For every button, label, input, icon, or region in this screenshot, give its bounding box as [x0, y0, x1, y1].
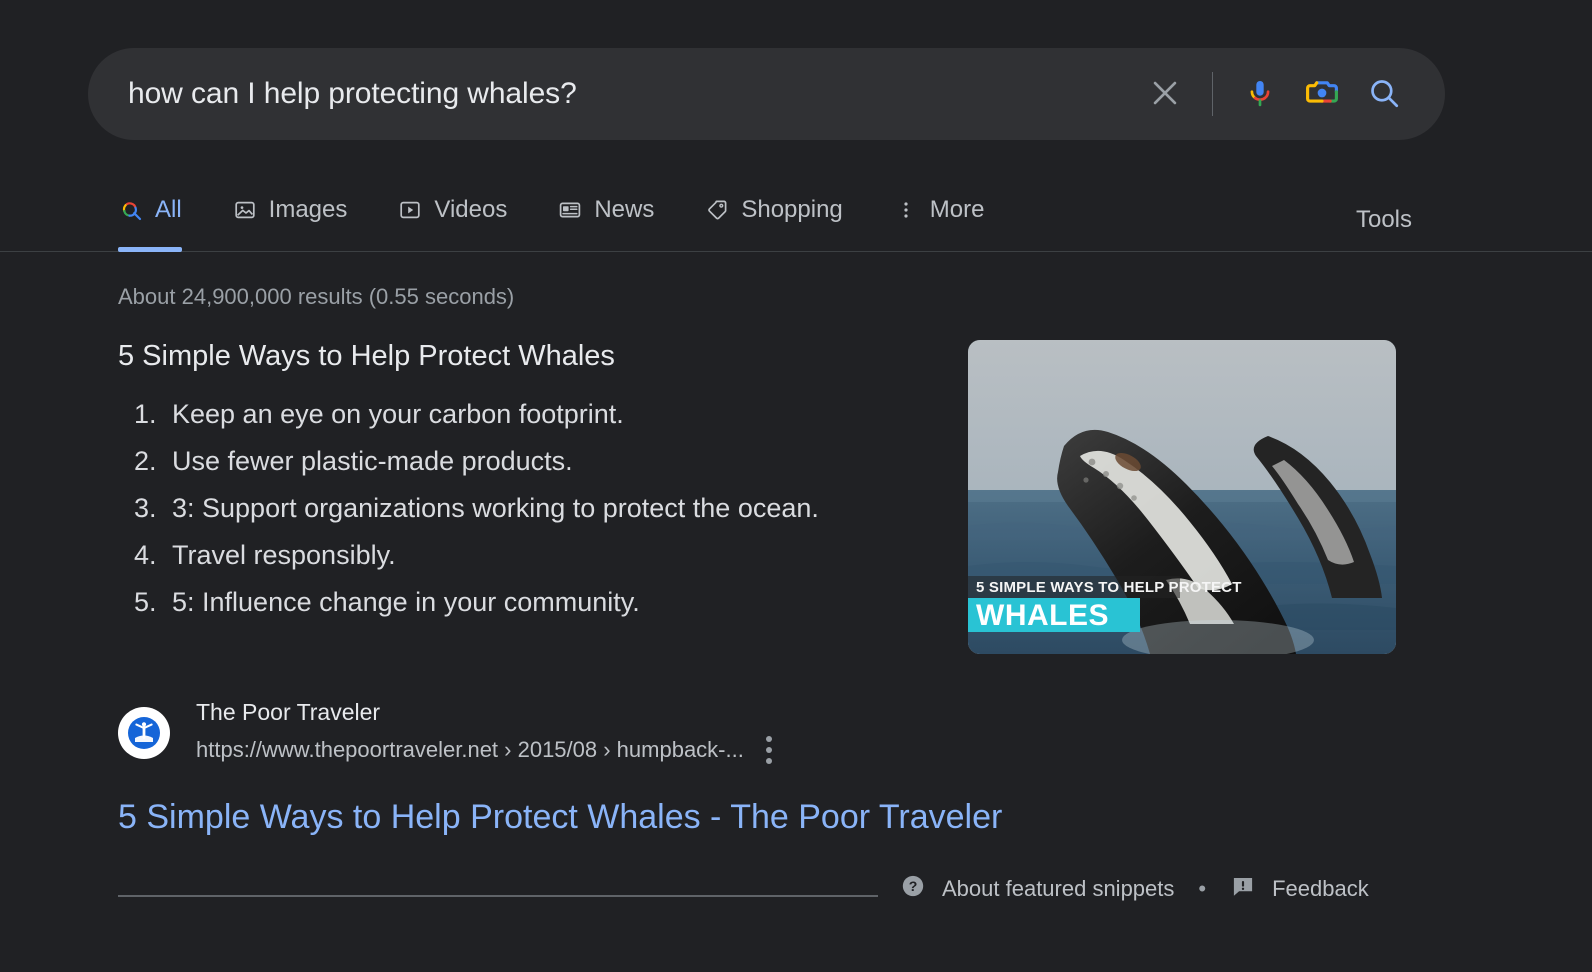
tab-more-label: More [929, 196, 985, 223]
newspaper-icon [557, 197, 583, 223]
result-title-link[interactable]: 5 Simple Ways to Help Protect Whales - T… [0, 768, 1592, 837]
list-item: Travel responsibly. [164, 540, 958, 571]
close-icon [1148, 76, 1182, 113]
snippet-footer: ? About featured snippets • Feedback [0, 873, 1592, 933]
tab-images-label: Images [268, 196, 348, 223]
result-stats: About 24,900,000 results (0.55 seconds) [118, 284, 515, 309]
list-item: 3: Support organizations working to prot… [164, 493, 958, 524]
camera-lens-icon [1304, 75, 1340, 114]
clear-search-button[interactable] [1134, 63, 1196, 125]
tab-shopping[interactable]: Shopping [704, 186, 843, 252]
snippet-text-column: 5 Simple Ways to Help Protect Whales Kee… [118, 340, 958, 654]
about-featured-snippets-label: About featured snippets [942, 875, 1175, 901]
footer-links: ? About featured snippets • Feedback [900, 873, 1369, 905]
snippet-list: Keep an eye on your carbon footprint. Us… [118, 399, 958, 618]
whale-breaching-image: 5 SIMPLE WAYS TO HELP PROTECT WHALES [968, 340, 1396, 654]
about-featured-snippets-link[interactable]: ? About featured snippets [900, 873, 1174, 905]
video-play-icon [397, 197, 423, 223]
footer-divider [118, 894, 878, 897]
search-bar[interactable] [88, 48, 1445, 140]
feedback-link[interactable]: Feedback [1230, 873, 1369, 905]
snippet-thumbnail[interactable]: 5 SIMPLE WAYS TO HELP PROTECT WHALES [968, 340, 1396, 654]
tab-all[interactable]: All [118, 186, 182, 252]
lens-search-button[interactable] [1291, 63, 1353, 125]
snippet-title: 5 Simple Ways to Help Protect Whales [118, 340, 615, 372]
source-site-name: The Poor Traveler [196, 699, 381, 725]
about-this-result-button[interactable] [762, 732, 776, 768]
kebab-dot [765, 735, 772, 742]
kebab-dot [765, 757, 772, 764]
tab-videos-label: Videos [434, 196, 508, 223]
source-text-block: The Poor Traveler https://www.thepoortra… [196, 698, 776, 768]
tab-news[interactable]: News [557, 186, 654, 252]
svg-text:?: ? [909, 878, 918, 894]
tools-button[interactable]: Tools [1356, 206, 1412, 252]
feedback-label: Feedback [1272, 875, 1369, 901]
help-circle-icon: ? [900, 873, 926, 905]
tab-all-label: All [155, 196, 182, 223]
poor-traveler-favicon [118, 706, 170, 759]
search-submit-button[interactable] [1353, 63, 1415, 125]
image-icon [232, 197, 258, 223]
tab-news-label: News [594, 196, 655, 223]
source-url: https://www.thepoortraveler.net › 2015/0… [196, 736, 744, 762]
search-actions [1134, 63, 1415, 125]
result-source: The Poor Traveler https://www.thepoortra… [0, 654, 1592, 768]
footer-separator: • [1198, 875, 1207, 901]
tab-images[interactable]: Images [232, 186, 348, 252]
list-item: 5: Influence change in your community. [164, 587, 958, 618]
thumbnail-overlay-line1: 5 SIMPLE WAYS TO HELP PROTECT [976, 579, 1242, 596]
search-icon [1367, 76, 1401, 113]
voice-search-button[interactable] [1229, 63, 1291, 125]
tab-shopping-label: Shopping [741, 196, 843, 223]
list-item: Use fewer plastic-made products. [164, 446, 958, 477]
microphone-icon [1243, 76, 1277, 113]
google-search-icon [118, 197, 144, 223]
search-tabs-nav: All Images Videos News Shopping More Too… [0, 186, 1592, 252]
tab-more[interactable]: More [893, 186, 985, 252]
search-bar-container [0, 0, 1592, 140]
price-tag-icon [704, 197, 730, 223]
tab-videos[interactable]: Videos [397, 186, 507, 252]
source-url-row: https://www.thepoortraveler.net › 2015/0… [196, 732, 776, 768]
search-input[interactable] [126, 76, 1134, 112]
kebab-dot [765, 746, 772, 753]
feedback-icon [1230, 873, 1256, 905]
featured-snippet: 5 Simple Ways to Help Protect Whales Kee… [0, 310, 1592, 654]
list-item: Keep an eye on your carbon footprint. [164, 399, 958, 430]
vertical-dots-icon [893, 197, 919, 223]
thumbnail-overlay-line2: WHALES [976, 599, 1109, 632]
search-divider [1212, 72, 1213, 116]
